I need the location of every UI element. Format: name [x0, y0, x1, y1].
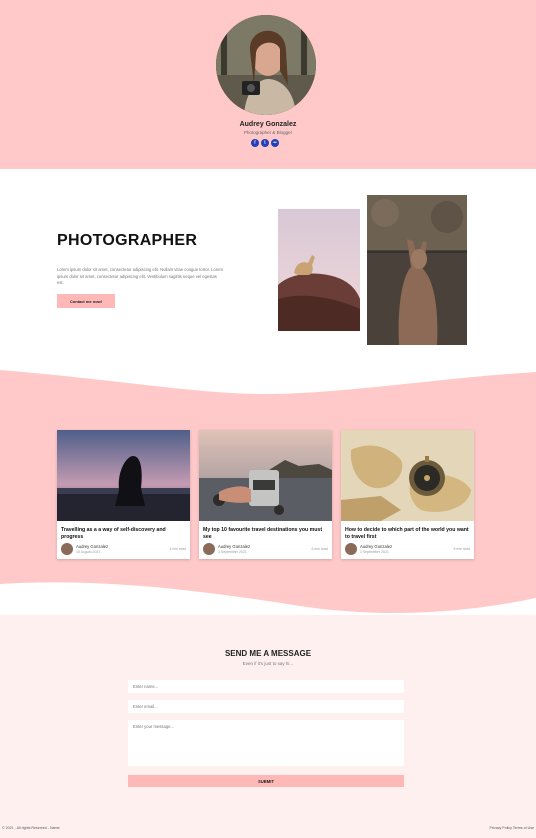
card-author: Audrey Gonzalez: [218, 544, 251, 549]
blog-card[interactable]: Travelling as a a way of self-discovery …: [57, 430, 190, 559]
kangaroo-photo: [367, 195, 467, 345]
card-image: [57, 430, 190, 521]
author-avatar: [203, 543, 215, 555]
card-author: Audrey Gonzalez: [76, 544, 109, 549]
card-date: 1 September 2021: [360, 550, 389, 554]
submit-button[interactable]: SUBMIT: [128, 775, 404, 787]
facebook-icon[interactable]: f: [251, 139, 259, 147]
card-read-time: 5 min read: [453, 547, 470, 551]
card-title[interactable]: Travelling as a a way of self-discovery …: [61, 527, 187, 540]
profile-name: Audrey Gonzalez: [239, 121, 297, 128]
blog-card[interactable]: How to decide to which part of the world…: [341, 430, 474, 559]
card-title[interactable]: My top 10 favourite travel destinations …: [203, 527, 329, 540]
contact-button[interactable]: Contact me now!: [57, 294, 115, 308]
email-input[interactable]: [128, 700, 404, 713]
message-textarea[interactable]: [128, 720, 404, 766]
card-read-time: 4 min read: [169, 547, 186, 551]
cheetah-photo: [278, 209, 360, 331]
card-author: Audrey Gonzalez: [360, 544, 393, 549]
name-input[interactable]: [128, 680, 404, 693]
profile-avatar: [216, 15, 316, 115]
author-avatar: [61, 543, 73, 555]
author-avatar: [345, 543, 357, 555]
card-title[interactable]: How to decide to which part of the world…: [345, 527, 471, 540]
contact-title: SEND ME A MESSAGE: [224, 649, 312, 658]
intro-text: Lorem ipsum dolor sit amet, consectetur …: [57, 267, 223, 285]
footer-copyright: © 2021 - All rights Reserved - Name: [2, 826, 60, 830]
card-date: 15 August 2021: [76, 550, 101, 554]
card-image: [341, 430, 474, 521]
contact-subtitle: Even if it's just to say hi...: [242, 661, 294, 666]
flickr-icon[interactable]: ••: [271, 139, 279, 147]
footer-links[interactable]: Privacy Policy Terms of Use: [490, 826, 534, 830]
card-read-time: 6 min read: [311, 547, 328, 551]
card-image: [199, 430, 332, 521]
profile-role: Photographer & Blogger: [243, 130, 293, 135]
card-date: 3 September 2021: [218, 550, 247, 554]
twitter-icon[interactable]: t: [261, 139, 269, 147]
blog-card[interactable]: My top 10 favourite travel destinations …: [199, 430, 332, 559]
social-links: f t ••: [251, 139, 279, 147]
intro-heading: PHOTOGRAPHER: [57, 232, 198, 249]
